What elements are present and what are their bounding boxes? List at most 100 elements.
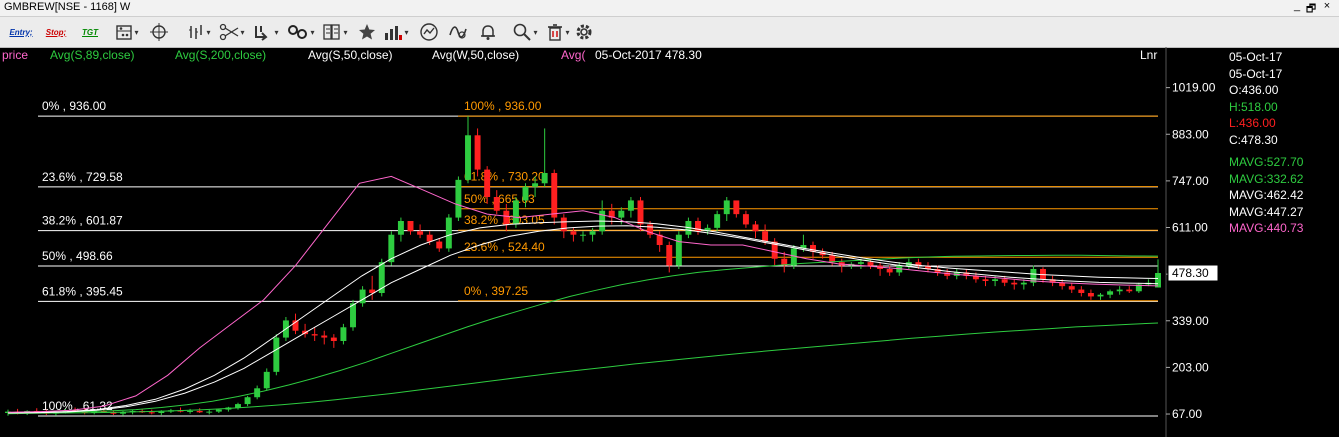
candle-body[interactable] (637, 200, 644, 225)
candle-body[interactable] (551, 173, 558, 218)
candle-body[interactable] (627, 200, 634, 211)
candle-body[interactable] (187, 410, 194, 412)
candle-body[interactable] (235, 404, 241, 408)
candle-body[interactable] (666, 245, 673, 266)
candle-body[interactable] (560, 217, 567, 232)
fib-retracement-label: 23.6% , 524.40 (464, 240, 545, 254)
candle-body[interactable] (570, 231, 577, 235)
candle-body[interactable] (580, 234, 586, 236)
candle-body[interactable] (541, 173, 548, 184)
candle-body[interactable] (1011, 282, 1018, 285)
candle-body[interactable] (992, 279, 999, 281)
candle-body[interactable] (436, 241, 443, 249)
refresh-chart-icon[interactable] (416, 20, 442, 44)
fib-level-label: 38.2% , 601.87 (42, 214, 123, 228)
candle-body[interactable] (1116, 289, 1123, 292)
candle-body[interactable] (1020, 282, 1027, 285)
candle-body[interactable] (455, 179, 462, 218)
candle-body[interactable] (675, 234, 682, 266)
chart-toolbar: Entry; Stop; TGT ▾ ▾ ▾ ▾ ▾ ▾ ▾ ▾ ▾ (0, 17, 1339, 48)
candle-body[interactable] (158, 411, 165, 413)
search-icon[interactable]: ▾ (508, 20, 542, 44)
candle-body[interactable] (196, 410, 203, 413)
candle-body[interactable] (311, 334, 318, 336)
candle-body[interactable] (417, 231, 424, 235)
bar-style-icon[interactable]: ▾ (182, 20, 216, 44)
candle-body[interactable] (1087, 293, 1094, 297)
gear-icon[interactable] (572, 20, 596, 44)
candle-body[interactable] (618, 210, 625, 218)
candle-body[interactable] (426, 234, 433, 242)
candle-body[interactable] (493, 197, 500, 211)
candle-body[interactable] (829, 255, 836, 263)
candle-body[interactable] (857, 262, 864, 264)
candle-body[interactable] (1107, 291, 1114, 295)
candle-body[interactable] (407, 221, 414, 232)
candle-body[interactable] (733, 200, 740, 215)
target-button[interactable]: TGT (78, 20, 102, 44)
candle-body[interactable] (321, 335, 328, 338)
y-axis-tick-label: 339.00 (1172, 314, 1209, 328)
candle-body[interactable] (340, 327, 347, 341)
candle-body[interactable] (982, 279, 989, 281)
candle-body[interactable] (1001, 279, 1008, 283)
candle-body[interactable] (762, 231, 769, 242)
candle-body[interactable] (474, 135, 481, 170)
book-icon[interactable]: ▾ (318, 20, 352, 44)
candle-body[interactable] (742, 214, 749, 225)
candle-body[interactable] (790, 248, 797, 266)
candle-body[interactable] (752, 224, 759, 232)
candle-body[interactable] (330, 337, 337, 341)
candle-body[interactable] (532, 183, 539, 187)
candle-body[interactable] (1068, 286, 1075, 290)
candle-body[interactable] (215, 409, 222, 412)
candle-body[interactable] (263, 371, 270, 389)
candle-body[interactable] (484, 169, 491, 197)
minimize-button[interactable]: _ (1290, 0, 1304, 12)
candle-body[interactable] (1097, 294, 1104, 297)
moving-average-line[interactable] (7, 220, 1159, 414)
candle-body[interactable] (397, 221, 404, 235)
entry-button[interactable]: Entry; (8, 20, 34, 44)
wave-icon[interactable] (446, 20, 470, 44)
candle-body[interactable] (1155, 273, 1161, 288)
delete-icon[interactable]: ▾ (544, 20, 572, 44)
candle-body[interactable] (512, 200, 519, 225)
abacus-icon[interactable]: ▾ (112, 20, 142, 44)
candle-body[interactable] (350, 303, 356, 328)
candle-body[interactable] (148, 412, 155, 414)
candle-body[interactable] (244, 397, 251, 405)
close-button[interactable]: × (1320, 0, 1334, 12)
moving-average-line[interactable] (7, 322, 1159, 415)
candle-body[interactable] (503, 210, 510, 225)
moving-average-line[interactable] (7, 225, 1159, 414)
candle-body[interactable] (589, 231, 596, 235)
moving-average-line[interactable] (7, 175, 1159, 413)
candle-body[interactable] (723, 200, 730, 215)
bell-icon[interactable] (476, 20, 500, 44)
star-icon[interactable] (356, 20, 378, 44)
candle-body[interactable] (714, 214, 721, 228)
candle-body[interactable] (522, 186, 529, 201)
price-chart[interactable]: 1019.00883.00747.00611.00475.00339.00203… (0, 47, 1339, 437)
window-titlebar: GMBREW[NSE - 1168] W _ 🗗 × (0, 0, 1339, 17)
candle-body[interactable] (206, 411, 213, 413)
candle-body[interactable] (1078, 289, 1085, 293)
fib-retracement-label: 100% , 936.00 (464, 99, 542, 113)
candle-body[interactable] (886, 269, 893, 273)
stop-button[interactable]: Stop; (44, 20, 68, 44)
candle-body[interactable] (273, 337, 280, 372)
return-arrow-icon[interactable]: ▾ (250, 20, 282, 44)
window-title: GMBREW[NSE - 1168] W (4, 1, 131, 13)
trend-bars-icon[interactable]: ▾ (380, 20, 412, 44)
link-icon[interactable]: ▾ (284, 20, 318, 44)
candle-body[interactable] (465, 135, 471, 180)
candle-body[interactable] (1126, 289, 1133, 292)
fib-level-label: 23.6% , 729.58 (42, 170, 123, 184)
scissors-icon[interactable]: ▾ (216, 20, 248, 44)
y-axis-tick-label: 67.00 (1172, 407, 1202, 421)
crosshair-icon[interactable] (146, 20, 172, 44)
current-price-label: 478.30 (1172, 266, 1209, 280)
candle-body[interactable] (445, 217, 452, 249)
candle-body[interactable] (867, 262, 874, 266)
